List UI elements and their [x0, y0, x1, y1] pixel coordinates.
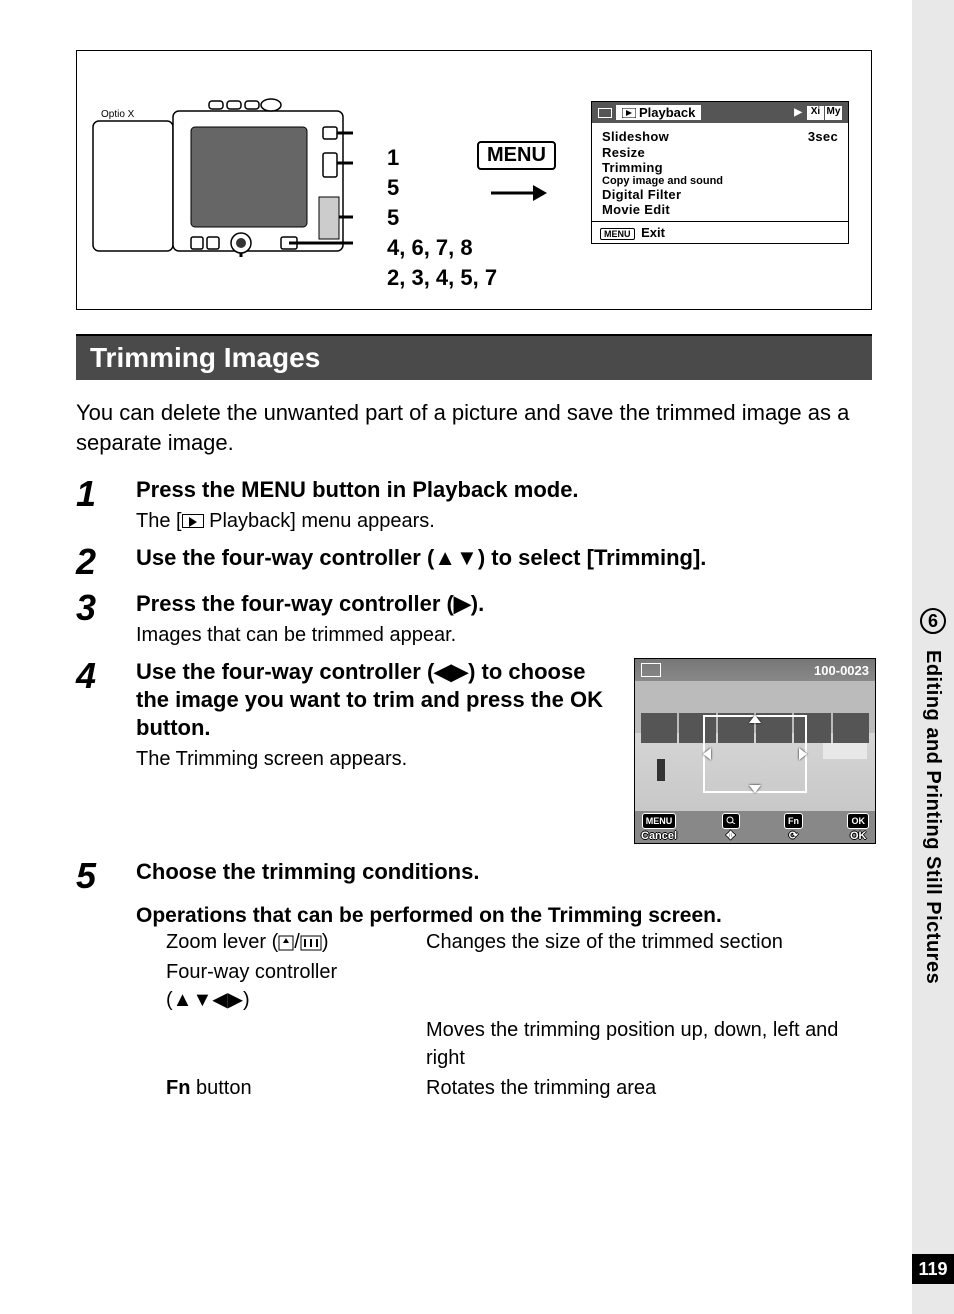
left-arrow-icon: [703, 748, 711, 760]
menu-item-trimming: Trimming: [602, 160, 838, 175]
section-heading: Trimming Images: [76, 334, 872, 380]
menu-item-filter: Digital Filter: [602, 187, 838, 202]
diagram-box: Optio X 1 5 5: [76, 50, 872, 310]
step-number: 4: [76, 658, 136, 848]
exit-label: Exit: [641, 225, 665, 240]
trim-footer: MENU Cancel ✥ Fn ⟳ OK OK: [635, 811, 875, 843]
zoom-lever-desc: Changes the size of the trimmed section: [426, 928, 872, 956]
menu-item-resize: Resize: [602, 145, 838, 160]
zoom-lever-label: Zoom lever (/): [166, 928, 426, 956]
menu-button-label-box: MENU: [477, 141, 556, 170]
menu-tag: MENU: [600, 228, 635, 240]
fn-tag-icon: Fn: [784, 813, 803, 829]
fourway-label: Four-way controller (▲▼◀▶): [166, 958, 426, 1014]
fn-button-desc: Rotates the trimming area: [426, 1074, 872, 1102]
chapter-title: Editing and Printing Still Pictures: [921, 650, 944, 984]
playback-menu: Playback ▶ Xi My Slideshow 3sec Resize T…: [591, 101, 849, 244]
step-3: 3 Press the four-way controller (▶). Ima…: [76, 590, 872, 648]
right-arrow-icon: [799, 748, 807, 760]
step-heading: Press the MENU button in Playback mode.: [136, 476, 872, 504]
operations-heading: Operations that can be performed on the …: [136, 904, 872, 928]
callout-4: 4, 6, 7, 8: [387, 233, 497, 263]
down-arrow-icon: [749, 785, 761, 793]
step-subtext: The [ Playback] menu appears.: [136, 508, 872, 534]
playback-icon: [182, 514, 204, 528]
camera-icon: [598, 108, 612, 118]
step-heading: Use the four-way controller (▲▼) to sele…: [136, 544, 872, 572]
my-tab: My: [824, 106, 842, 120]
side-tab: 6 Editing and Printing Still Pictures: [912, 0, 954, 1314]
step-1: 1 Press the MENU button in Playback mode…: [76, 476, 872, 534]
file-number: 100-0023: [814, 663, 869, 678]
step-number: 1: [76, 476, 136, 534]
menu-item-copy: Copy image and sound: [602, 175, 838, 187]
zoom-tag-icon: [722, 813, 740, 829]
playback-tab-label: Playback: [639, 105, 695, 120]
step-subtext: Images that can be trimmed appear.: [136, 622, 872, 648]
step-number: 3: [76, 590, 136, 648]
ok-label: OK: [850, 830, 867, 842]
step-heading: Choose the trimming conditions.: [136, 858, 872, 886]
step-heading: Press the four-way controller (▶).: [136, 590, 872, 618]
grid-icon: [641, 663, 661, 677]
intro-text: You can delete the unwanted part of a pi…: [76, 398, 872, 458]
trimming-screen-preview: 100-0023 MENU Cancel: [634, 658, 876, 844]
menu-item-slideshow: Slideshow 3sec: [602, 129, 838, 144]
callout-2: 5: [387, 173, 497, 203]
page-number: 119: [912, 1254, 954, 1284]
operations-table: Zoom lever (/) Changes the size of the t…: [166, 928, 872, 1102]
step-heading: Use the four-way controller (◀▶) to choo…: [136, 658, 618, 742]
playback-tab: Playback: [616, 105, 701, 120]
arrow-icon: [489, 181, 549, 205]
fourway-desc: Moves the trimming position up, down, le…: [426, 1016, 872, 1072]
step-subtext: The Trimming screen appears.: [136, 746, 618, 772]
menu-tag-icon: MENU: [642, 813, 677, 829]
step-2: 2 Use the four-way controller (▲▼) to se…: [76, 544, 872, 580]
step-number: 2: [76, 544, 136, 580]
xi-tab-icon: Xi: [806, 106, 824, 120]
callout-5: 2, 3, 4, 5, 7: [387, 263, 497, 293]
move-icon: ✥: [726, 830, 735, 842]
playback-menu-body: Slideshow 3sec Resize Trimming Copy imag…: [592, 123, 848, 221]
playback-menu-header: Playback ▶ Xi My: [592, 102, 848, 123]
up-arrow-icon: [749, 715, 761, 723]
chapter-number: 6: [920, 608, 946, 634]
step-5: 5 Choose the trimming conditions.: [76, 858, 872, 894]
svg-text:Optio X: Optio X: [101, 109, 135, 120]
ok-tag-icon: OK: [847, 813, 869, 829]
photo-area: [635, 681, 875, 811]
camera-illustration: Optio X: [91, 97, 353, 257]
fn-button-label: Fn button: [166, 1074, 426, 1102]
callout-3: 5: [387, 203, 497, 233]
crop-frame: [703, 715, 807, 793]
step-number: 5: [76, 858, 136, 894]
menu-item-movie: Movie Edit: [602, 202, 838, 217]
cancel-label: Cancel: [641, 830, 677, 842]
rotate-icon: ⟳: [789, 830, 798, 842]
step-4: 4 Use the four-way controller (◀▶) to ch…: [76, 658, 872, 848]
playback-menu-footer: MENU Exit: [592, 221, 848, 243]
